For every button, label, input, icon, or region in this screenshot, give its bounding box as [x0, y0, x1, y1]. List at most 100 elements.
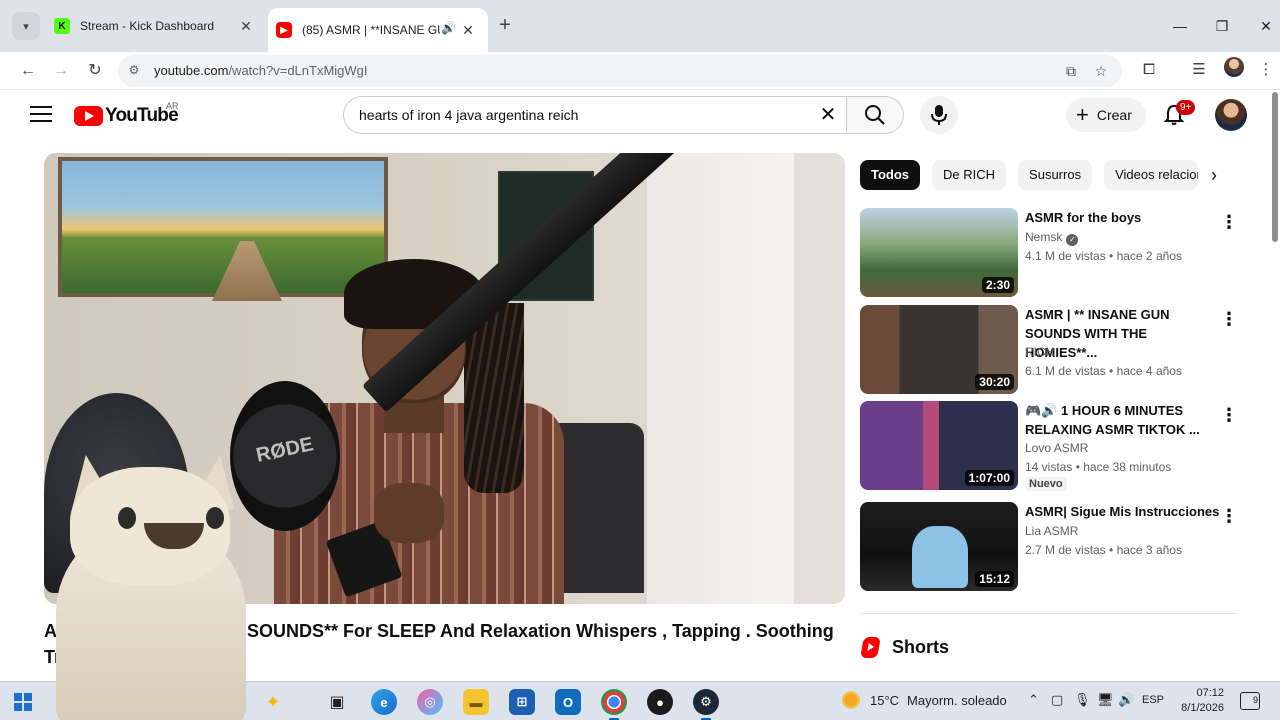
speaker-icon[interactable]: 🔊: [441, 21, 456, 35]
install-app-icon[interactable]: ⧉: [1062, 62, 1080, 80]
input-language[interactable]: ESP: [1142, 694, 1164, 706]
view-count: 14 vistas: [1025, 460, 1073, 474]
meet-now-icon[interactable]: ▢: [1051, 692, 1063, 708]
url-text[interactable]: youtube.com/watch?v=dLnTxMigWgI: [154, 63, 368, 78]
mic-brand-text: RØDE: [254, 433, 316, 467]
weather-temperature: 15°C: [870, 692, 900, 708]
notification-center-icon[interactable]: 9: [1240, 692, 1260, 710]
guide-menu-icon[interactable]: [30, 106, 52, 124]
recommendation-title[interactable]: 🎮🔊 1 HOUR 6 MINUTES RELAXING ASMR TIKTOK…: [1025, 401, 1220, 439]
microphone-tray-icon[interactable]: 🎙: [1074, 692, 1091, 708]
create-button[interactable]: + Crear: [1066, 98, 1146, 132]
chevron-up-icon[interactable]: ⌃: [1028, 692, 1039, 708]
recommendation-title[interactable]: ASMR| Sigue Mis Instrucciones: [1025, 502, 1220, 521]
reload-button[interactable]: ↻: [82, 58, 108, 84]
forward-button[interactable]: →: [48, 58, 74, 84]
view-count: 6.1 M de vistas: [1025, 364, 1106, 378]
chip-susurros[interactable]: Susurros: [1018, 160, 1093, 190]
minimize-button[interactable]: —: [1168, 14, 1192, 38]
copilot-sparkle-icon[interactable]: ✦: [260, 689, 286, 715]
video-frame-hand: [374, 483, 444, 543]
close-tab-icon[interactable]: ✕: [238, 18, 254, 34]
video-thumbnail[interactable]: 30:20: [860, 305, 1018, 394]
tab-kick-dashboard[interactable]: K Stream - Kick Dashboard ✕: [44, 8, 266, 44]
filter-chips: Todos De RICH Susurros Videos relacionad…: [860, 160, 1199, 190]
chevron-right-icon[interactable]: ›: [1202, 163, 1226, 187]
video-thumbnail[interactable]: 15:12: [860, 502, 1018, 591]
new-tab-button[interactable]: +: [494, 14, 516, 36]
channel-name[interactable]: Lovo ASMR: [1025, 441, 1088, 455]
browser-profile-avatar[interactable]: [1224, 57, 1244, 77]
browser-menu-icon[interactable]: ⋮: [1254, 58, 1278, 82]
clear-search-icon[interactable]: ✕: [816, 103, 840, 127]
upload-age: hace 3 años: [1116, 543, 1182, 557]
plus-icon: +: [1076, 102, 1089, 127]
bookmark-star-icon[interactable]: ☆: [1092, 62, 1110, 80]
volume-icon[interactable]: 🔊: [1118, 692, 1134, 708]
recommendation-item[interactable]: 2:30 ASMR for the boys Nemsk ✓ 4.1 M de v…: [860, 208, 1250, 298]
upload-age: hace 4 años: [1116, 364, 1182, 378]
duration-badge: 2:30: [981, 277, 1014, 293]
video-thumbnail[interactable]: 2:30: [860, 208, 1018, 297]
video-meta: 6.1 M de vistas • hace 4 años: [1025, 364, 1182, 378]
browser-tab-strip: ▾ K Stream - Kick Dashboard ✕ ▶ (85) ASM…: [0, 0, 1280, 52]
close-window-button[interactable]: ✕: [1254, 14, 1278, 38]
recommendation-item[interactable]: 1:07:00 🎮🔊 1 HOUR 6 MINUTES RELAXING ASM…: [860, 401, 1250, 491]
channel-name[interactable]: Lia ASMR: [1025, 524, 1078, 538]
notification-center-count: 9: [1252, 695, 1258, 705]
browser-toolbar: ← → ↻ ⚙ youtube.com/watch?v=dLnTxMigWgI …: [0, 52, 1280, 90]
chip-todos[interactable]: Todos: [860, 160, 921, 190]
search-input[interactable]: hearts of iron 4 java argentina reich ✕: [343, 96, 846, 134]
more-actions-icon[interactable]: ⋮: [1220, 506, 1238, 526]
back-button[interactable]: ←: [15, 58, 41, 84]
weather-widget[interactable]: 15°C Mayorm. soleado: [842, 691, 1007, 709]
tab-title: (85) ASMR | **INSANE GUN: [302, 23, 440, 37]
voice-search-button[interactable]: [920, 96, 958, 134]
network-icon[interactable]: 🖥: [1097, 692, 1114, 708]
youtube-logo[interactable]: YouTube AR: [74, 101, 179, 127]
start-button[interactable]: [10, 689, 36, 715]
more-actions-icon[interactable]: ⋮: [1220, 405, 1238, 425]
section-divider: [860, 613, 1237, 614]
page-scrollbar[interactable]: [1272, 92, 1278, 242]
youtube-masthead: YouTube AR hearts of iron 4 java argenti…: [0, 90, 1270, 142]
microsoft-store-icon[interactable]: ⊞: [509, 689, 535, 715]
recommendation-title[interactable]: ASMR for the boys: [1025, 208, 1220, 227]
channel-name[interactable]: RICH: [1025, 345, 1054, 359]
close-tab-icon[interactable]: ✕: [460, 22, 476, 38]
steam-icon[interactable]: ⚙: [693, 689, 719, 720]
task-view-icon[interactable]: ▣: [324, 689, 350, 715]
address-bar[interactable]: ⚙ youtube.com/watch?v=dLnTxMigWgI ⧉ ☆: [118, 55, 1122, 87]
url-host: youtube.com: [154, 63, 229, 78]
recommendation-item[interactable]: 30:20 ASMR | ** INSANE GUN SOUNDS WITH T…: [860, 305, 1250, 395]
extensions-icon[interactable]: ⧠: [1137, 58, 1161, 82]
tab-title: Stream - Kick Dashboard: [80, 19, 215, 33]
more-actions-icon[interactable]: ⋮: [1220, 212, 1238, 232]
video-thumbnail[interactable]: 1:07:00: [860, 401, 1018, 490]
file-explorer-icon[interactable]: ▬: [463, 689, 489, 715]
channel-name-text: Nemsk: [1025, 230, 1063, 244]
site-info-icon[interactable]: ⚙: [126, 63, 142, 79]
tab-youtube-video[interactable]: ▶ (85) ASMR | **INSANE GUN 🔊 ✕: [268, 8, 488, 52]
account-avatar[interactable]: [1215, 99, 1247, 131]
country-code: AR: [166, 101, 179, 111]
outlook-icon[interactable]: O: [555, 689, 581, 715]
tab-search-button[interactable]: ▾: [12, 12, 40, 40]
video-frame-painting: [58, 157, 388, 301]
chip-videos-relacionados[interactable]: Videos relacionados: [1104, 160, 1199, 190]
duration-badge: 1:07:00: [964, 470, 1014, 486]
channel-name[interactable]: Nemsk ✓: [1025, 230, 1079, 246]
search-button[interactable]: [846, 96, 904, 134]
edge-browser-icon[interactable]: e: [371, 689, 397, 715]
system-clock[interactable]: 07:12 8/1/2026: [1168, 686, 1224, 716]
video-title-middle: SOUNDS** For SLEEP And Relaxation Whispe…: [247, 621, 834, 641]
reading-list-icon[interactable]: ☰: [1187, 58, 1211, 82]
chrome-icon[interactable]: [601, 689, 627, 720]
recommendation-item[interactable]: 15:12 ASMR| Sigue Mis Instrucciones Lia …: [860, 502, 1250, 592]
chip-de-rich[interactable]: De RICH: [932, 160, 1007, 190]
microphone-icon: [931, 105, 947, 125]
obs-studio-icon[interactable]: ●: [647, 689, 673, 715]
restore-button[interactable]: ❐: [1210, 14, 1234, 38]
copilot-app-icon[interactable]: ◎: [417, 689, 443, 715]
more-actions-icon[interactable]: ⋮: [1220, 309, 1238, 329]
